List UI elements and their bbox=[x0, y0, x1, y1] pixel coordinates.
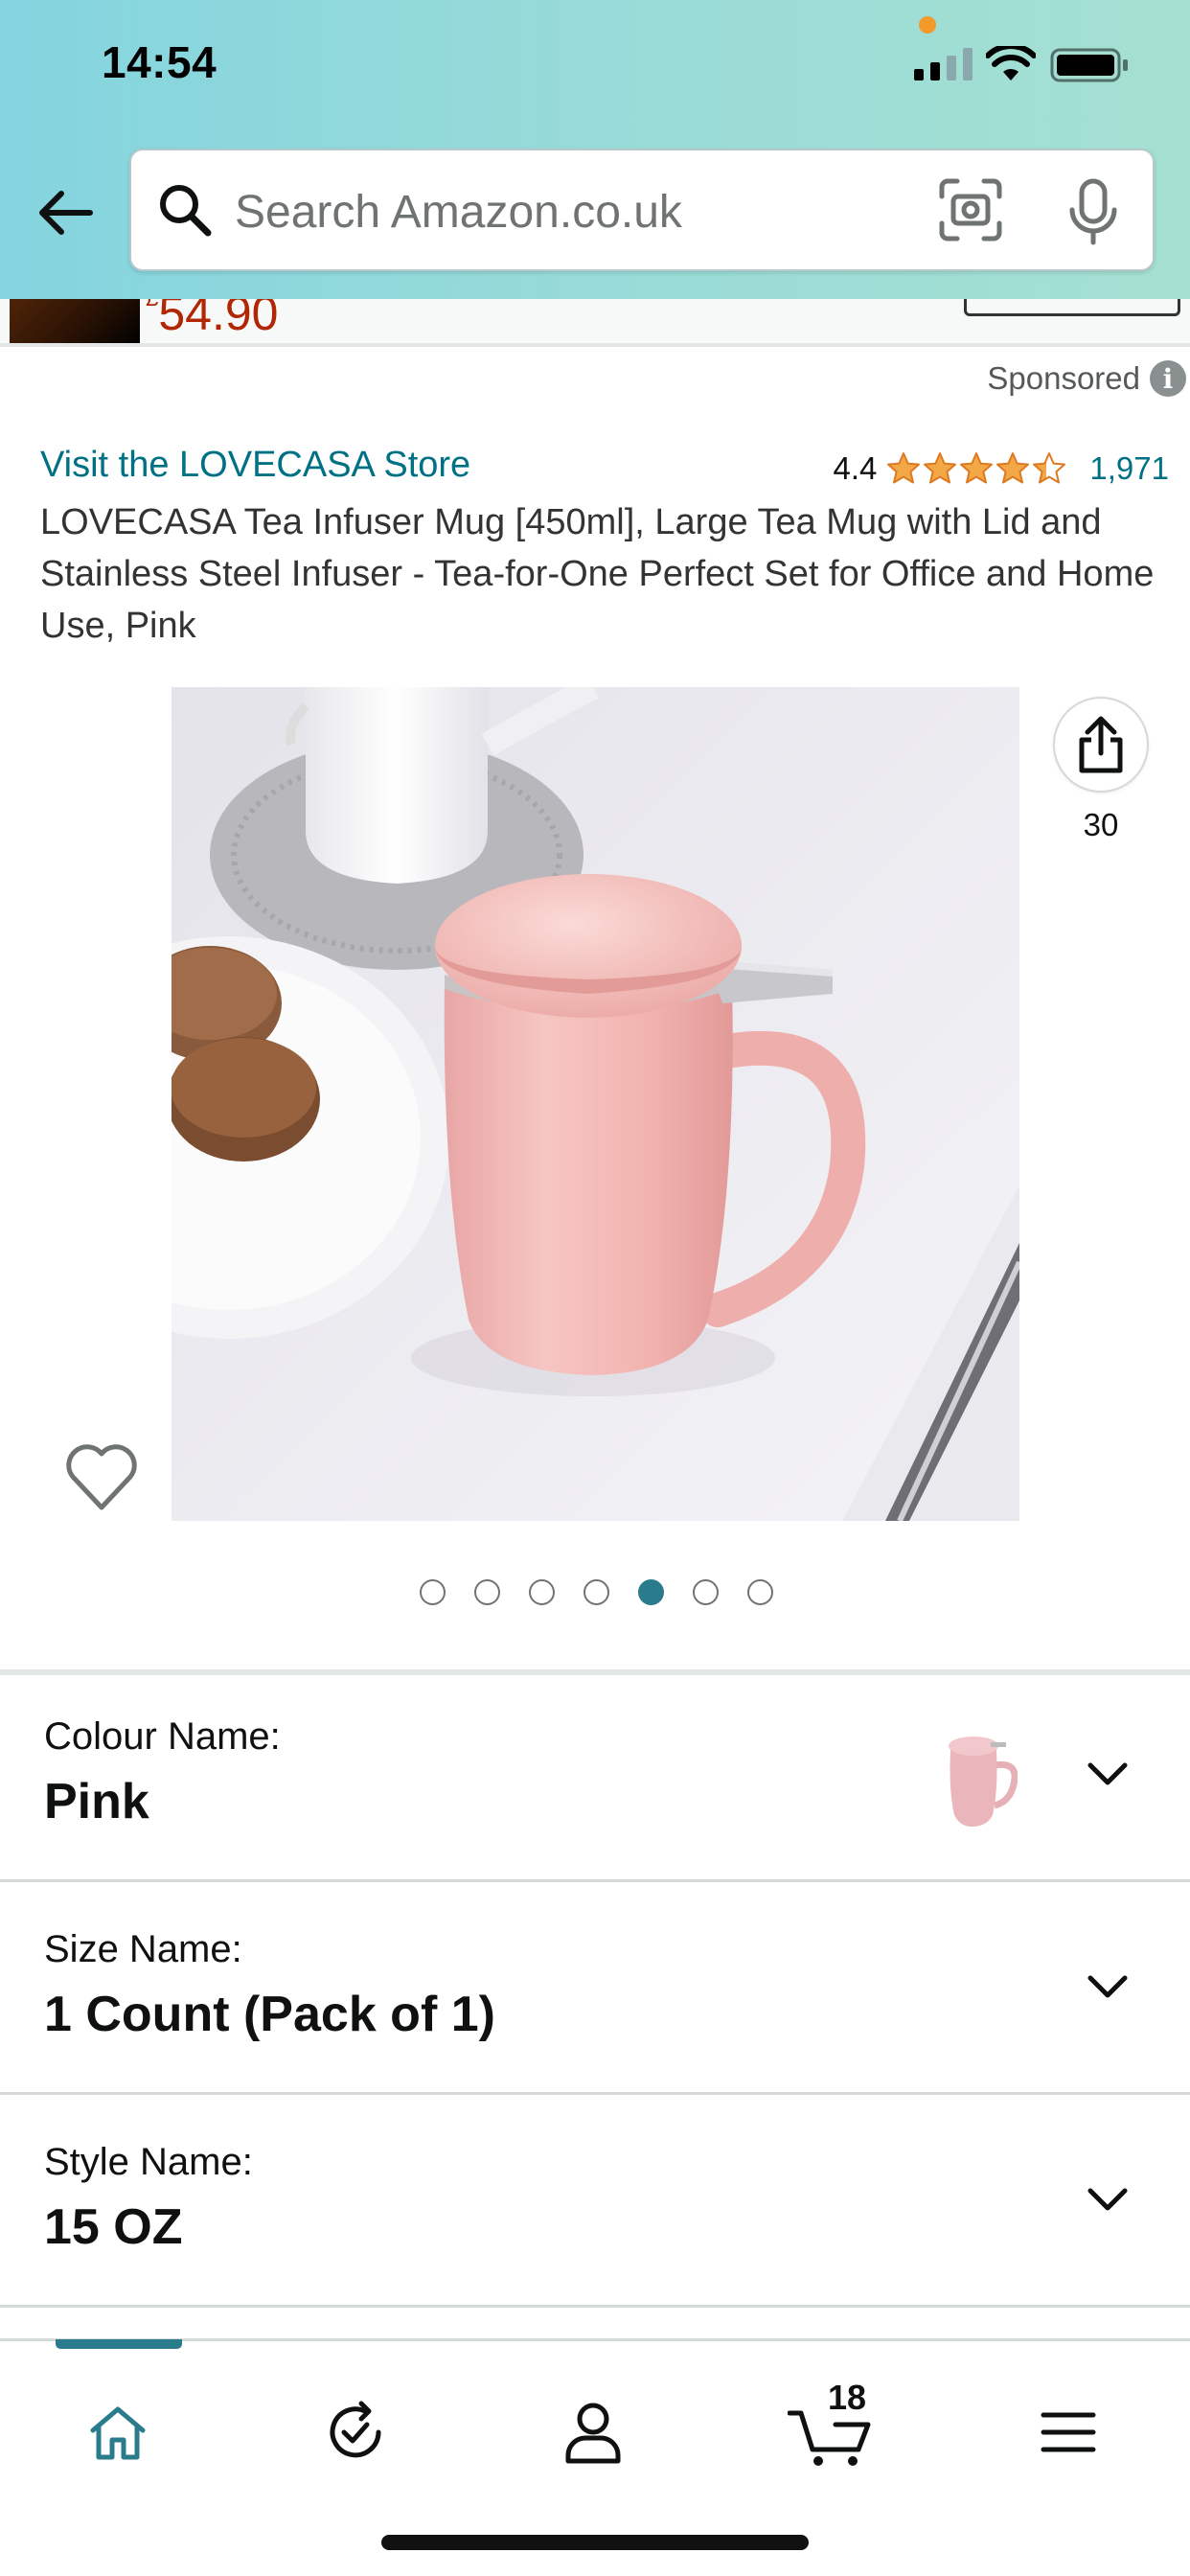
share-count: 30 bbox=[1083, 807, 1119, 842]
home-indicator[interactable] bbox=[381, 2535, 809, 2550]
variation-label: Size Name: bbox=[44, 1928, 242, 1970]
star-icon bbox=[996, 452, 1030, 484]
camera-scan-icon[interactable] bbox=[936, 175, 1005, 244]
refresh-check-icon bbox=[330, 2401, 381, 2458]
previous-item-button[interactable] bbox=[964, 299, 1180, 316]
pager-dot-active[interactable] bbox=[637, 1579, 664, 1605]
rating-count[interactable]: 1,971 bbox=[1089, 450, 1169, 487]
variation-value: 1 Count (Pack of 1) bbox=[44, 1987, 495, 2042]
share-icon bbox=[1079, 716, 1123, 773]
colour-thumbnail bbox=[949, 1736, 1018, 1827]
rating-summary[interactable]: 4.4 1,971 bbox=[834, 450, 1169, 487]
cellular-signal-icon bbox=[914, 48, 973, 80]
variation-value: Pink bbox=[44, 1774, 149, 1829]
rating-value: 4.4 bbox=[833, 450, 878, 486]
store-link[interactable]: Visit the LOVECASA Store bbox=[40, 445, 470, 486]
heart-icon[interactable] bbox=[63, 1440, 140, 1513]
star-icon bbox=[924, 452, 957, 484]
star-icon bbox=[887, 452, 921, 484]
chevron-down-icon bbox=[1087, 1762, 1128, 1785]
account-icon bbox=[565, 2403, 621, 2464]
product-image[interactable] bbox=[172, 687, 1019, 1521]
previous-item-thumbnail bbox=[10, 299, 140, 343]
product-photo bbox=[172, 687, 1019, 1521]
chevron-down-icon bbox=[1087, 1975, 1128, 1998]
pager-dot[interactable] bbox=[528, 1579, 555, 1605]
menu-icon bbox=[1041, 2412, 1096, 2452]
variation-row-style[interactable]: Style Name: 15 OZ bbox=[0, 2101, 1190, 2308]
info-icon[interactable]: i bbox=[1150, 360, 1186, 397]
tab-cart[interactable]: 18 bbox=[778, 2378, 883, 2485]
variation-row-colour[interactable]: Colour Name: Pink bbox=[0, 1675, 1190, 1882]
sponsored-text: Sponsored bbox=[987, 360, 1140, 396]
back-arrow-icon bbox=[39, 191, 93, 235]
previous-item-strip[interactable]: £54.90 bbox=[0, 299, 1190, 347]
pager-dot[interactable] bbox=[746, 1579, 773, 1605]
variation-value: 15 OZ bbox=[44, 2199, 183, 2255]
status-time: 14:54 bbox=[102, 37, 217, 87]
search-icon bbox=[160, 185, 212, 237]
previous-item-price: £54.90 bbox=[146, 299, 279, 340]
star-icon bbox=[1033, 452, 1066, 484]
home-icon bbox=[90, 2406, 146, 2460]
pager-dot[interactable] bbox=[583, 1579, 609, 1605]
back-button[interactable] bbox=[27, 180, 103, 245]
star-icon bbox=[960, 452, 994, 484]
chevron-down-icon bbox=[1087, 2188, 1128, 2211]
pager-dot[interactable] bbox=[473, 1579, 500, 1605]
sponsored-label[interactable]: Sponsored i bbox=[987, 360, 1190, 397]
pager-dot[interactable] bbox=[419, 1579, 446, 1605]
search-bar[interactable] bbox=[129, 149, 1155, 271]
variation-row-size[interactable]: Size Name: 1 Count (Pack of 1) bbox=[0, 1888, 1190, 2095]
header: 14:54 bbox=[0, 0, 1190, 299]
battery-icon bbox=[1050, 48, 1128, 82]
pager-dot[interactable] bbox=[692, 1579, 719, 1605]
tab-buy-again[interactable] bbox=[303, 2380, 408, 2485]
tab-home[interactable] bbox=[65, 2380, 171, 2485]
wifi-icon bbox=[986, 46, 1036, 80]
search-input[interactable] bbox=[235, 173, 1020, 250]
product-title: LOVECASA Tea Infuser Mug [450ml], Large … bbox=[40, 502, 1155, 646]
privacy-indicator-dot bbox=[919, 16, 936, 34]
image-pager[interactable] bbox=[0, 1579, 1190, 1605]
share-button[interactable] bbox=[1053, 697, 1149, 793]
tab-menu[interactable] bbox=[1016, 2380, 1121, 2485]
cart-count-badge: 18 bbox=[828, 2378, 867, 2417]
active-tab-indicator bbox=[56, 2339, 182, 2349]
variation-label: Style Name: bbox=[44, 2141, 253, 2183]
microphone-icon[interactable] bbox=[1063, 177, 1124, 246]
variation-label: Colour Name: bbox=[44, 1715, 281, 1758]
tab-account[interactable] bbox=[540, 2380, 646, 2485]
star-rating bbox=[886, 451, 1066, 486]
